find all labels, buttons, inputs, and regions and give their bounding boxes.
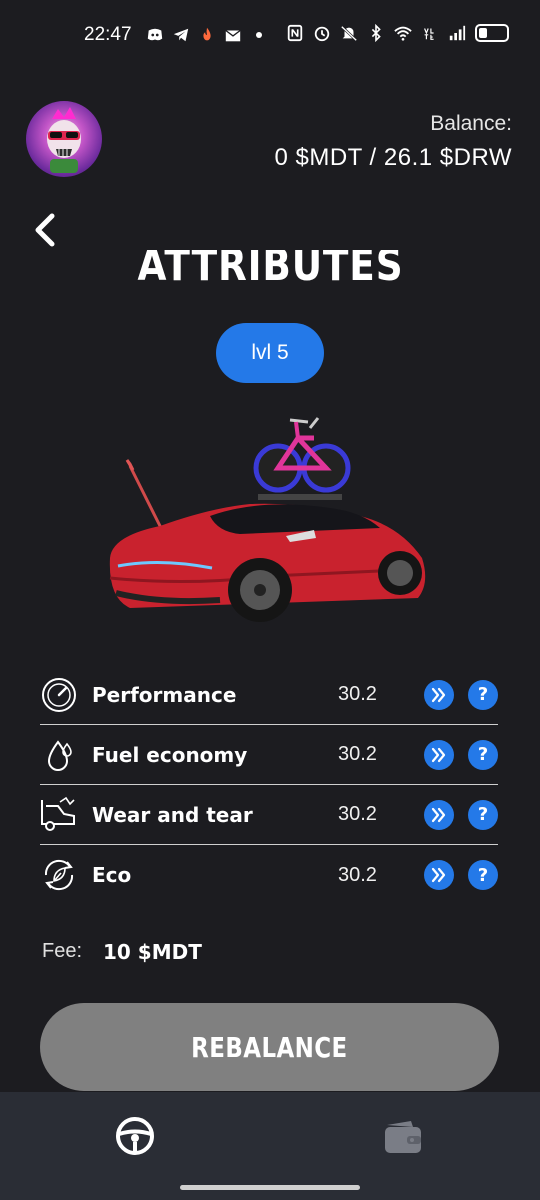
speedometer-icon: [40, 676, 78, 714]
car-image: [100, 408, 440, 638]
double-chevron-right-icon: [431, 807, 446, 822]
notification-icons: [146, 26, 262, 44]
chevron-left-icon: [35, 213, 55, 247]
balance-label: Balance:: [430, 112, 512, 135]
back-button[interactable]: [30, 210, 60, 250]
attribute-row-wear-and-tear: Wear and tear 30.2 ?: [40, 785, 498, 845]
battery-icon: [475, 24, 509, 42]
page-title-text: ATTRIBUTES: [136, 250, 403, 290]
more-dot-icon: [256, 32, 262, 38]
home-indicator: [180, 1185, 360, 1190]
help-button[interactable]: ?: [468, 860, 498, 890]
attribute-name: Fuel economy: [92, 742, 248, 767]
question-mark-icon: ?: [477, 804, 489, 825]
double-chevron-right-icon: [431, 687, 446, 702]
question-mark-icon: ?: [477, 864, 489, 886]
balance-value: 0 $MDT / 26.1 $DRW: [274, 144, 512, 171]
fuel-drop-icon: [40, 736, 78, 774]
avatar[interactable]: [26, 101, 102, 177]
signal-icon: [449, 25, 466, 41]
fee-label: Fee:: [42, 940, 83, 962]
rebalance-button-label: REBALANCE: [191, 1030, 348, 1064]
tinder-icon: [203, 27, 211, 41]
telegram-icon: [173, 28, 189, 42]
upgrade-button[interactable]: [424, 860, 454, 890]
car-with-bike-illustration: [109, 417, 426, 622]
nav-garage[interactable]: [113, 1114, 157, 1158]
page-title: ATTRIBUTES: [0, 250, 540, 290]
question-mark-icon: ?: [477, 744, 489, 765]
alarm-icon: [314, 26, 330, 42]
attribute-value: 30.2: [338, 803, 377, 825]
mute-icon: [340, 25, 358, 42]
eco-leaf-icon: [40, 856, 78, 894]
upgrade-button[interactable]: [424, 799, 454, 830]
attribute-value: 30.2: [338, 863, 377, 886]
wallet-icon: [385, 1121, 421, 1153]
level-badge: lvl 5: [216, 323, 324, 383]
attribute-value: 30.2: [338, 683, 377, 705]
mail-icon: [225, 29, 241, 42]
attribute-name: Wear and tear: [92, 802, 253, 827]
attribute-value: 30.2: [338, 743, 377, 765]
help-button[interactable]: ?: [468, 679, 498, 710]
double-chevron-right-icon: [431, 867, 446, 883]
help-button[interactable]: ?: [468, 739, 498, 770]
volte-icon: [424, 28, 434, 40]
car-damage-icon: [40, 796, 78, 834]
double-chevron-right-icon: [431, 747, 446, 762]
fee-value: 10 $MDT: [103, 940, 202, 964]
help-button[interactable]: ?: [468, 799, 498, 830]
discord-icon: [147, 28, 163, 41]
attribute-row-fuel-economy: Fuel economy 30.2 ?: [40, 725, 498, 785]
rebalance-button[interactable]: REBALANCE: [40, 1003, 499, 1091]
attribute-row-performance: Performance 30.2 ?: [40, 665, 498, 725]
upgrade-button[interactable]: [424, 679, 454, 710]
nav-wallet[interactable]: [380, 1114, 424, 1158]
upgrade-button[interactable]: [424, 739, 454, 770]
attribute-list: Performance 30.2 ? Fuel economy 30.2 ? W…: [40, 665, 498, 905]
system-icons: [286, 24, 509, 42]
skull-avatar-icon: [47, 107, 81, 173]
attribute-name: Performance: [92, 682, 237, 707]
attribute-name: Eco: [92, 863, 132, 887]
bottom-nav: [0, 1092, 540, 1200]
status-bar: 22:47: [0, 0, 540, 72]
status-time: 22:47: [84, 24, 132, 45]
nfc-icon: [287, 24, 303, 42]
wifi-icon: [394, 26, 412, 41]
steering-wheel-icon: [116, 1117, 154, 1155]
attribute-row-eco: Eco 30.2 ?: [40, 845, 498, 905]
bluetooth-icon: [371, 24, 381, 42]
question-mark-icon: ?: [477, 684, 489, 705]
